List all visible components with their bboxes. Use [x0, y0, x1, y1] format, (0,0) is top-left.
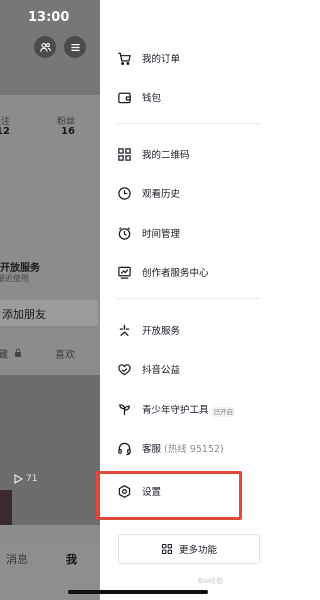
tab-likes[interactable]: 喜欢 [55, 346, 75, 361]
menu-item-creator-center[interactable]: 创作者服务中心 [100, 255, 277, 289]
following-count: 12 [0, 126, 10, 137]
menu-item-qrcode[interactable]: 我的二维码 [100, 137, 277, 171]
nav-messages[interactable]: 消息 [6, 551, 28, 567]
clock-icon [116, 185, 132, 201]
menu-item-open-service[interactable]: 开放服务 [100, 313, 277, 347]
menu-item-label: 客服 (热线 95152) [142, 441, 224, 455]
status-time: 13:00 [28, 10, 70, 25]
status-badge: 已开启 [211, 406, 236, 417]
watermark: Bai经验 [198, 577, 224, 585]
menu-item-label: 开放服务 [142, 326, 181, 337]
play-icon [14, 474, 23, 484]
menu-item-customer-service[interactable]: 客服 (热线 95152) [100, 431, 277, 465]
tab-favorites[interactable]: 藏 [0, 346, 8, 361]
menu-item-label: 创作者服务中心 [142, 268, 209, 279]
video-thumbnail-edge [0, 490, 12, 525]
more-features-label: 更多功能 [178, 545, 217, 556]
divider [116, 123, 261, 124]
friends-icon [39, 42, 51, 52]
play-count-value: 71 [26, 474, 38, 484]
qrcode-icon [116, 146, 132, 162]
customer-service-label: 客服 [142, 444, 162, 455]
friends-button[interactable] [34, 36, 56, 58]
menu-icon [70, 43, 80, 51]
nav-me[interactable]: 我 [66, 551, 77, 567]
menu-item-label: 时间管理 [142, 229, 181, 240]
add-friend-button[interactable]: 添加朋友 [0, 300, 98, 326]
menu-item-label: 我的二维码 [142, 150, 190, 161]
menu-button[interactable] [64, 36, 86, 58]
menu-item-label: 我的订单 [142, 54, 181, 65]
settings-highlight-box [96, 471, 242, 520]
youth-protection-label: 青少年守护工具 [142, 405, 209, 416]
menu-item-time-management[interactable]: 时间管理 [100, 216, 277, 250]
add-friend-label: 添加朋友 [2, 308, 46, 321]
home-indicator[interactable] [68, 590, 208, 594]
menu-item-wallet[interactable]: 钱包 [100, 80, 277, 114]
divider [116, 298, 261, 299]
menu-item-label: 青少年守护工具 已开启 [142, 402, 236, 417]
open-service-subtitle: 最近使用 [0, 274, 29, 283]
menu-item-my-orders[interactable]: 我的订单 [100, 41, 277, 75]
followers-count: 16 [61, 126, 75, 137]
background-profile-page: 13:00 关注 12 粉丝 16 开放服务 最近使用 添加朋友 藏 喜欢 71… [0, 0, 100, 600]
menu-item-watch-history[interactable]: 观看历史 [100, 176, 277, 210]
asterisk-icon [116, 322, 132, 338]
sprout-icon [116, 401, 132, 417]
grid-icon [161, 543, 173, 555]
video-thumbnail[interactable] [0, 375, 100, 525]
lock-icon [15, 348, 21, 357]
open-service-title: 开放服务 [0, 263, 40, 274]
wallet-icon [116, 89, 132, 105]
creator-chart-icon [116, 264, 132, 280]
more-features-button[interactable]: 更多功能 [118, 534, 260, 564]
hotline-text: (热线 95152) [164, 444, 224, 455]
heart-hands-icon [116, 361, 132, 377]
menu-item-label: 钱包 [142, 93, 162, 104]
menu-item-public-welfare[interactable]: 抖音公益 [100, 352, 277, 386]
alarm-clock-icon [116, 225, 132, 241]
menu-item-label: 抖音公益 [142, 365, 181, 376]
status-bar: 13:00 [0, 0, 100, 36]
menu-item-label: 观看历史 [142, 189, 181, 200]
headset-icon [116, 440, 132, 456]
menu-item-youth-protection[interactable]: 青少年守护工具 已开启 [100, 392, 277, 426]
cart-icon [116, 50, 132, 66]
play-count: 71 [14, 474, 37, 484]
